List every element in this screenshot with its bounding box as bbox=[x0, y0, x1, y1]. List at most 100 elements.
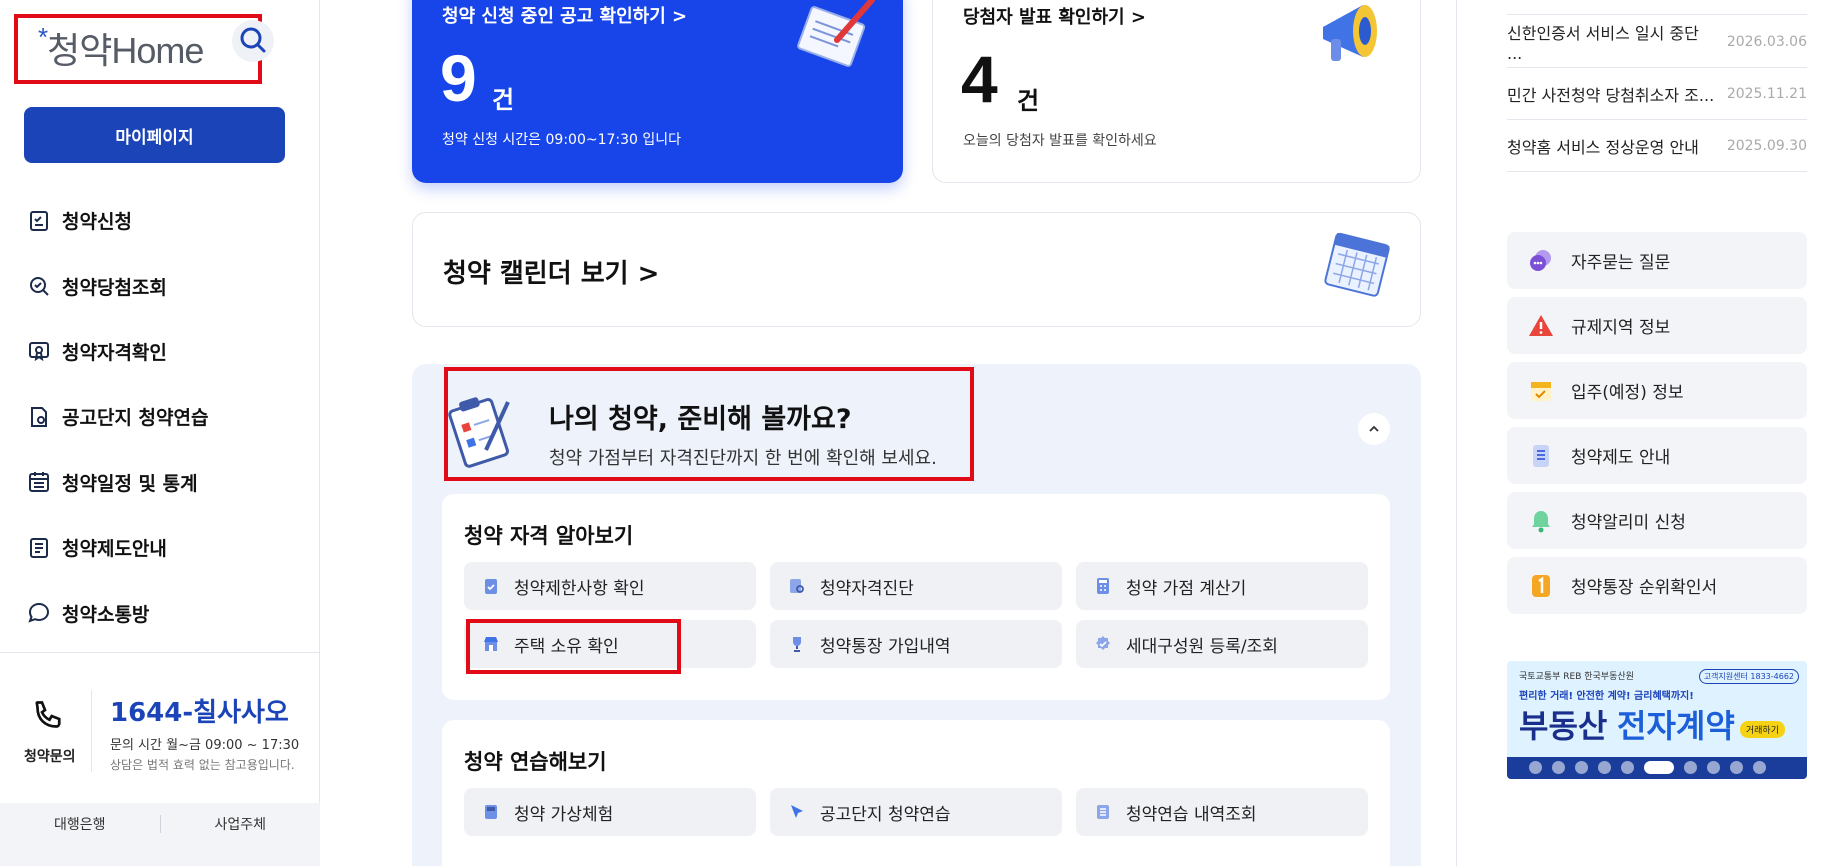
account-history-button[interactable]: 청약통장 가입내역 bbox=[770, 620, 1062, 668]
banner-action-button[interactable]: 거래하기 bbox=[1739, 721, 1785, 738]
calendar-card[interactable]: 청약 캘린더 보기 > bbox=[412, 212, 1421, 327]
button-label: 청약 가상체험 bbox=[514, 804, 614, 825]
card-title: 당첨자 발표 확인하기 > bbox=[963, 7, 1146, 28]
banner-title-1: 부동산 bbox=[1519, 707, 1608, 745]
banner-org: 국토교통부 REB 한국부동산원 bbox=[1519, 672, 1634, 682]
score-calculator-button[interactable]: 청약 가점 계산기 bbox=[1076, 562, 1368, 610]
tablet-icon bbox=[480, 801, 502, 823]
card-title: 청약 신청 중인 공고 확인하기 > bbox=[442, 6, 688, 27]
sidebar-item-label: 청약당첨조회 bbox=[62, 276, 167, 299]
document-list-icon bbox=[24, 533, 54, 563]
sidebar-item-label: 공고단지 청약연습 bbox=[62, 407, 209, 430]
notice-date: 2025.09.30 bbox=[1726, 137, 1807, 154]
bell-icon bbox=[1527, 507, 1555, 535]
button-label: 청약 가점 계산기 bbox=[1126, 578, 1247, 599]
pen-document-icon bbox=[797, 0, 875, 67]
banner-dot[interactable] bbox=[1552, 761, 1565, 774]
practice-history-button[interactable]: 청약연습 내역조회 bbox=[1076, 788, 1368, 836]
page: *청약Home 마이페이지 청약신청 청약당첨조회 청약자격확인 공고단지 청약… bbox=[0, 0, 1826, 866]
sidebar-item-practice[interactable]: 공고단지 청약연습 bbox=[24, 384, 304, 449]
phone-icon bbox=[30, 698, 66, 738]
notice-item[interactable]: 민간 사전청약 당첨취소자 조... 2025.11.21 bbox=[1507, 68, 1807, 120]
mypage-button[interactable]: 마이페이지 bbox=[24, 107, 285, 163]
calendar-icon bbox=[1324, 232, 1390, 297]
notice-title: 청약홈 서비스 정상운영 안내 bbox=[1507, 137, 1699, 157]
e-contract-banner[interactable]: 국토교통부 REB 한국부동산원 고객지원센터 1833-4662 편리한 거래… bbox=[1507, 661, 1807, 779]
sidebar-item-community[interactable]: 청약소통방 bbox=[24, 580, 304, 645]
search-button[interactable] bbox=[232, 20, 274, 62]
collapse-button[interactable] bbox=[1358, 413, 1390, 445]
contact-note: 상담은 법적 효력 없는 참고용입니다. bbox=[110, 758, 295, 772]
quick-link-label: 청약제도 안내 bbox=[1571, 448, 1671, 468]
banner-dot[interactable] bbox=[1598, 761, 1611, 774]
list-icon bbox=[1092, 801, 1114, 823]
sidebar-item-winner[interactable]: 청약당첨조회 bbox=[24, 253, 304, 318]
button-label: 청약자격진단 bbox=[820, 578, 914, 599]
group-title: 청약 자격 알아보기 bbox=[464, 524, 634, 548]
ongoing-notice-card[interactable]: 청약 신청 중인 공고 확인하기 > 9 건 청약 신청 시간은 09:00~1… bbox=[412, 0, 903, 183]
quick-link-faq[interactable]: 자주묻는 질문 bbox=[1507, 232, 1807, 289]
group-title: 청약 연습해보기 bbox=[464, 750, 607, 774]
document-icon bbox=[1527, 442, 1555, 470]
quick-link-rank-certificate[interactable]: 청약통장 순위확인서 bbox=[1507, 557, 1807, 614]
banner-dot[interactable] bbox=[1730, 761, 1743, 774]
restriction-check-button[interactable]: 청약제한사항 확인 bbox=[464, 562, 756, 610]
clipboard-check-icon bbox=[480, 575, 502, 597]
complex-practice-button[interactable]: 공고단지 청약연습 bbox=[770, 788, 1062, 836]
banner-dot[interactable] bbox=[1644, 761, 1674, 774]
sidebar-item-qualify[interactable]: 청약자격확인 bbox=[24, 319, 304, 384]
banner-pagination bbox=[1529, 761, 1766, 774]
quick-link-regulation[interactable]: 규제지역 정보 bbox=[1507, 297, 1807, 354]
ongoing-count: 9 bbox=[440, 41, 477, 115]
warning-icon bbox=[1527, 312, 1555, 340]
contact-hours: 문의 시간 월~금 09:00 ~ 17:30 bbox=[110, 738, 300, 753]
sidebar-item-schedule[interactable]: 청약일정 및 통계 bbox=[24, 450, 304, 515]
banner-title-2: 전자계약 bbox=[1617, 707, 1735, 745]
tab-business[interactable]: 사업주체 bbox=[161, 814, 321, 834]
search-icon bbox=[240, 27, 266, 53]
quick-link-label: 청약통장 순위확인서 bbox=[1571, 578, 1718, 598]
logo-highlight-box bbox=[14, 14, 262, 84]
quick-link-label: 자주묻는 질문 bbox=[1571, 253, 1671, 273]
notice-title: 민간 사전청약 당첨취소자 조... bbox=[1507, 85, 1715, 105]
notice-item[interactable]: 신한인증서 서비스 일시 중단 ... 2026.03.06 bbox=[1507, 16, 1807, 68]
banner-dot[interactable] bbox=[1575, 761, 1588, 774]
virtual-experience-button[interactable]: 청약 가상체험 bbox=[464, 788, 756, 836]
household-member-button[interactable]: 세대구성원 등록/조회 bbox=[1076, 620, 1368, 668]
card-subtext: 오늘의 당첨자 발표를 확인하세요 bbox=[963, 133, 1157, 149]
qualification-diagnosis-button[interactable]: 청약자격진단 bbox=[770, 562, 1062, 610]
certificate-icon bbox=[24, 336, 54, 366]
contact-number[interactable]: 1644-칠사사오 bbox=[110, 692, 289, 729]
banner-dot[interactable] bbox=[1753, 761, 1766, 774]
chevron-up-icon bbox=[1369, 425, 1379, 432]
card-subtext: 청약 신청 시간은 09:00~17:30 입니다 bbox=[442, 132, 682, 148]
sidebar: *청약Home 마이페이지 청약신청 청약당첨조회 청약자격확인 공고단지 청약… bbox=[0, 0, 320, 866]
quick-link-system-guide[interactable]: 청약제도 안내 bbox=[1507, 427, 1807, 484]
banner-dot[interactable] bbox=[1529, 761, 1542, 774]
quick-link-label: 청약알리미 신청 bbox=[1571, 513, 1686, 533]
notice-title: 신한인증서 서비스 일시 중단 ... bbox=[1507, 24, 1699, 63]
button-label: 공고단지 청약연습 bbox=[820, 804, 951, 825]
quick-link-move-in[interactable]: 입주(예정) 정보 bbox=[1507, 362, 1807, 419]
banner-subtitle: 편리한 거래! 안전한 계약! 금리혜택까지! bbox=[1519, 691, 1694, 702]
trophy-icon bbox=[786, 633, 808, 655]
search-check-icon bbox=[24, 271, 54, 301]
banner-dot[interactable] bbox=[1684, 761, 1697, 774]
button-label: 세대구성원 등록/조회 bbox=[1126, 636, 1278, 657]
quick-link-label: 규제지역 정보 bbox=[1571, 318, 1671, 338]
number-one-icon bbox=[1527, 572, 1555, 600]
chat-bubble-icon bbox=[24, 598, 54, 628]
calculator-icon bbox=[1092, 575, 1114, 597]
button-label: 청약제한사항 확인 bbox=[514, 578, 645, 599]
quick-link-notifier[interactable]: 청약알리미 신청 bbox=[1507, 492, 1807, 549]
button-label: 청약통장 가입내역 bbox=[820, 636, 951, 657]
tab-agent-bank[interactable]: 대행은행 bbox=[0, 814, 160, 834]
banner-dot[interactable] bbox=[1707, 761, 1720, 774]
notice-item[interactable]: 청약홈 서비스 정상운영 안내 2025.09.30 bbox=[1507, 120, 1807, 172]
winner-notice-card[interactable]: 당첨자 발표 확인하기 > 4 건 오늘의 당첨자 발표를 확인하세요 bbox=[932, 0, 1421, 183]
sidebar-item-guide[interactable]: 청약제도안내 bbox=[24, 515, 304, 580]
banner-dot[interactable] bbox=[1621, 761, 1634, 774]
sidebar-item-apply[interactable]: 청약신청 bbox=[24, 188, 304, 253]
house-ownership-highlight-box bbox=[466, 619, 681, 674]
notice-top-border bbox=[1507, 0, 1807, 15]
